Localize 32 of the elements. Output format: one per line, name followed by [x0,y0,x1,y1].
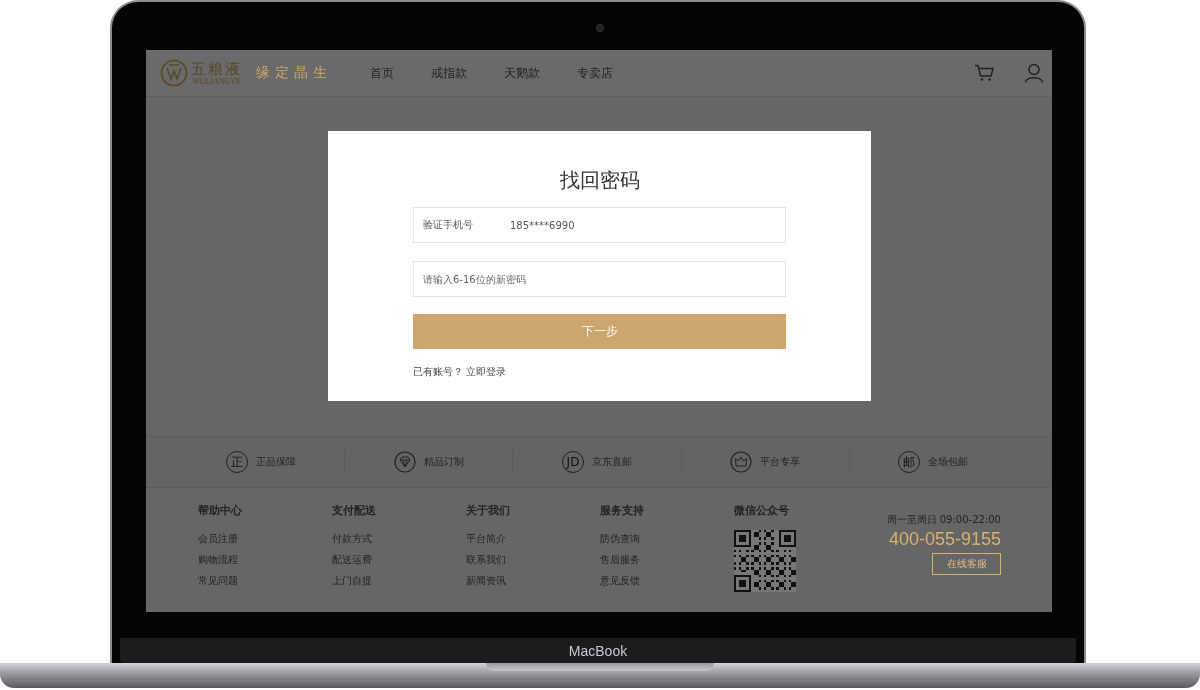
nav-link[interactable]: 专卖店 [577,64,613,82]
footer-link[interactable]: 联系我们 [466,549,506,570]
input-field[interactable]: 请输入6-16位的新密码 [413,261,786,297]
phone-number: 400-055-9155 [888,529,1001,550]
online-service-button[interactable]: 在线客服 [932,553,1001,575]
brand-latin: WULIANGYE [192,76,241,86]
nav-link[interactable]: 天鹅款 [504,64,540,82]
camera-icon [596,24,604,32]
column-title: 支付配送 [332,503,376,519]
column-title: 微信公众号 [734,503,789,519]
column-title: 帮助中心 [198,503,242,519]
footer-link[interactable]: 购物流程 [198,549,238,570]
brand-name: 五粮液 [191,60,242,77]
column-title: 关于我们 [466,503,510,519]
next-button[interactable]: 下一步 [413,314,786,349]
field-label: 验证手机号 [423,218,473,232]
qr-code [734,530,796,592]
user-icon[interactable] [1024,63,1044,83]
slogan: 缘定晶生 [256,64,332,82]
login-prompt: 已有账号？ 立即登录 [413,365,506,379]
login-link[interactable]: 立即登录 [466,366,506,377]
cart-icon[interactable] [974,64,994,82]
dialog-title: 找回密码 [558,167,641,193]
nav-link[interactable]: 首页 [370,64,394,82]
crown-icon [730,451,753,473]
footer-link[interactable]: 会员注册 [198,528,238,549]
column-title: 服务支持 [600,503,644,519]
device-label: MacBook [568,642,628,659]
footer-link[interactable]: 防伪查询 [600,528,640,549]
nav-link[interactable]: 戒指款 [431,64,467,82]
emblem-icon [160,59,188,87]
footer-link[interactable]: 售后服务 [600,549,640,570]
